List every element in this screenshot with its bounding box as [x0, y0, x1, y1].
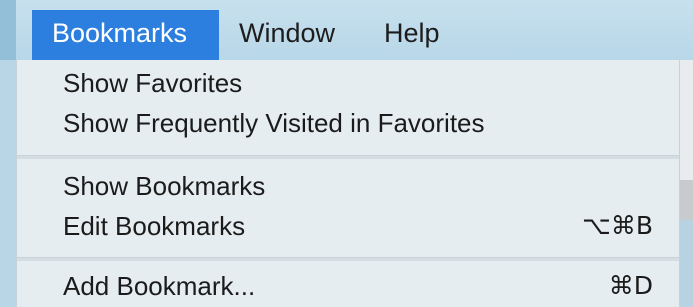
keyboard-shortcut: ⌘D [608, 271, 653, 300]
keyboard-shortcut: ⌥⌘B [582, 211, 653, 240]
menu-separator [17, 257, 679, 261]
menu-item-edit-bookmarks[interactable]: Edit Bookmarks ⌥⌘B [17, 206, 679, 246]
menubar-item-bookmarks[interactable]: Bookmarks [32, 10, 219, 60]
menu-separator [17, 155, 679, 159]
menubar-item-window[interactable]: Window [219, 10, 364, 60]
menu-item-label: Show Frequently Visited in Favorites [63, 108, 485, 138]
menu-item-add-bookmark[interactable]: Add Bookmark... ⌘D [17, 266, 679, 306]
bookmarks-dropdown-menu: Show Favorites Show Frequently Visited i… [16, 60, 680, 307]
menu-item-show-frequently-visited[interactable]: Show Frequently Visited in Favorites [17, 103, 679, 143]
menu-item-label: Show Favorites [63, 68, 243, 98]
menu-bar: Bookmarks Window Help [0, 0, 693, 60]
menu-item-show-bookmarks[interactable]: Show Bookmarks [17, 166, 679, 206]
menu-item-label: Edit Bookmarks [63, 211, 246, 241]
screen: Bookmarks Window Help Show Favorites Sho… [0, 0, 693, 307]
menu-item-label: Show Bookmarks [63, 171, 266, 201]
menu-item-show-favorites[interactable]: Show Favorites [17, 63, 679, 103]
menubar-item-help[interactable]: Help [364, 10, 464, 60]
menu-item-label: Add Bookmark... [63, 271, 256, 301]
